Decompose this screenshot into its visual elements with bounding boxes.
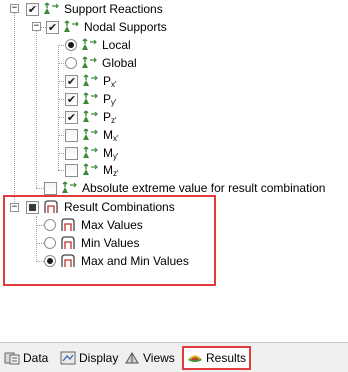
tab-data[interactable]: Data bbox=[4, 348, 48, 368]
tab-results-label: Results bbox=[206, 351, 247, 365]
support-reactions-checkbox[interactable]: ✔ bbox=[26, 2, 39, 16]
tree-item-local[interactable]: Local bbox=[65, 36, 131, 54]
tree-item-mx[interactable]: Mx' bbox=[65, 126, 119, 144]
support-icon bbox=[62, 181, 77, 193]
tree-item-pz[interactable]: ✔ Pz' bbox=[65, 108, 117, 126]
my-label: My' bbox=[103, 145, 119, 161]
tree-item-nodal-supports[interactable]: ✔ Nodal Supports bbox=[46, 18, 167, 36]
support-icon bbox=[83, 128, 98, 140]
nodal-supports-label: Nodal Supports bbox=[84, 20, 167, 34]
tab-display-label: Display bbox=[79, 351, 119, 365]
global-radio[interactable] bbox=[65, 57, 77, 69]
mx-checkbox[interactable] bbox=[65, 128, 78, 142]
tree-item-support-reactions[interactable]: ✔ Support Reactions bbox=[26, 0, 163, 18]
tree-item-my[interactable]: My' bbox=[65, 144, 119, 162]
tree-item-global[interactable]: Global bbox=[65, 54, 137, 72]
data-icon bbox=[4, 352, 20, 365]
absolute-extreme-checkbox[interactable] bbox=[44, 181, 57, 195]
pz-label: Pz' bbox=[103, 109, 117, 125]
collapse-toggle[interactable]: − bbox=[32, 22, 41, 31]
local-radio[interactable] bbox=[65, 39, 77, 51]
absolute-extreme-label: Absolute extreme value for result combin… bbox=[82, 181, 326, 195]
mz-checkbox[interactable] bbox=[65, 163, 78, 177]
support-icon bbox=[82, 38, 97, 50]
tree-line bbox=[14, 13, 15, 208]
pz-checkbox[interactable]: ✔ bbox=[65, 110, 78, 124]
tab-display[interactable]: Display bbox=[60, 348, 118, 368]
navigator-tab-bar: Data Display Views Results bbox=[0, 342, 348, 372]
views-icon bbox=[125, 352, 139, 364]
local-label: Local bbox=[102, 38, 131, 52]
tree-item-py[interactable]: ✔ Py' bbox=[65, 90, 117, 108]
tab-views-label: Views bbox=[143, 351, 175, 365]
collapse-toggle[interactable]: − bbox=[10, 4, 19, 13]
px-label: Px' bbox=[103, 73, 117, 89]
support-icon bbox=[83, 92, 98, 104]
global-label: Global bbox=[102, 56, 137, 70]
support-icon bbox=[83, 74, 98, 86]
py-label: Py' bbox=[103, 91, 117, 107]
support-icon bbox=[83, 163, 98, 175]
py-checkbox[interactable]: ✔ bbox=[65, 92, 78, 106]
tree-item-mz[interactable]: Mz' bbox=[65, 161, 119, 179]
results-icon bbox=[188, 355, 202, 362]
tab-results[interactable]: Results bbox=[182, 346, 252, 370]
highlight-frame bbox=[3, 195, 216, 286]
results-tree: − ✔ Support Reactions − ✔ Nodal Supports… bbox=[0, 0, 348, 342]
support-reactions-label: Support Reactions bbox=[64, 2, 163, 16]
support-icon bbox=[44, 2, 59, 14]
support-icon bbox=[83, 146, 98, 158]
nodal-supports-checkbox[interactable]: ✔ bbox=[46, 20, 59, 34]
tree-line bbox=[36, 188, 44, 189]
px-checkbox[interactable]: ✔ bbox=[65, 74, 78, 88]
tab-data-label: Data bbox=[23, 351, 49, 365]
tree-line bbox=[36, 31, 37, 188]
mz-label: Mz' bbox=[103, 162, 119, 178]
support-icon bbox=[83, 110, 98, 122]
tree-item-px[interactable]: ✔ Px' bbox=[65, 72, 117, 90]
my-checkbox[interactable] bbox=[65, 146, 78, 160]
display-icon bbox=[60, 351, 76, 365]
support-icon bbox=[64, 20, 79, 32]
support-icon bbox=[82, 56, 97, 68]
tab-views[interactable]: Views bbox=[124, 348, 175, 368]
mx-label: Mx' bbox=[103, 127, 119, 143]
